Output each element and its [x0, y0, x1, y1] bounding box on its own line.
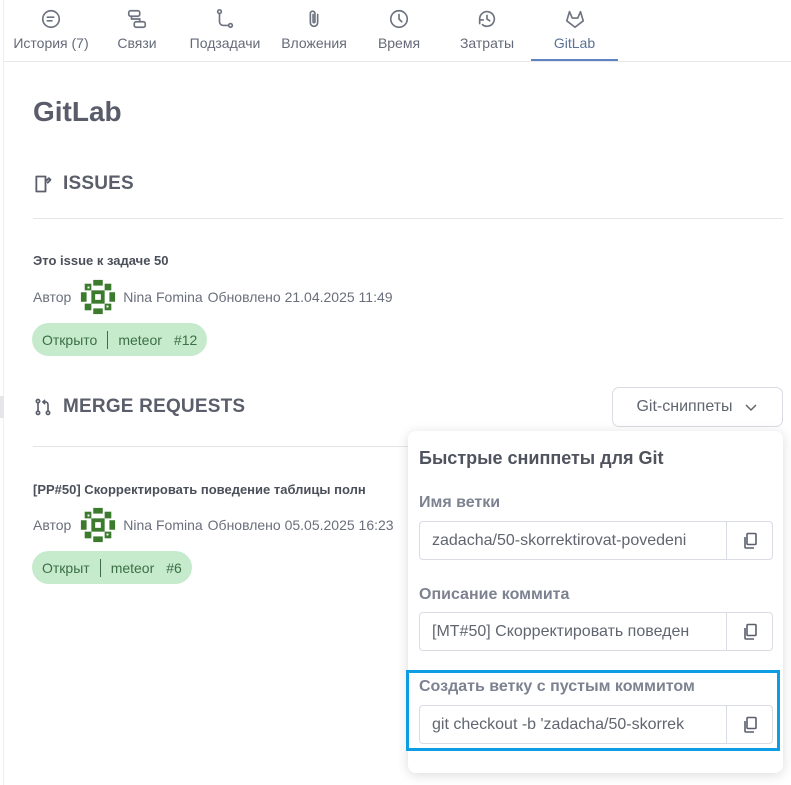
copy-icon	[743, 532, 757, 549]
updated-date: Обновлено 05.05.2025 16:23	[207, 517, 394, 533]
status-text: Открыто	[42, 331, 98, 348]
chevron-down-icon	[745, 404, 757, 412]
badge-separator	[99, 558, 101, 577]
divider	[33, 446, 408, 447]
issue-title-link[interactable]: Это issue к задаче 50	[33, 253, 169, 268]
author-label: Автор	[33, 517, 72, 533]
tab-subtasks[interactable]: Подзадачи	[187, 0, 263, 62]
branch-name-field: zadacha/50-skorrektirovat-povedeni	[419, 521, 773, 560]
tab-gitlab[interactable]: GitLab	[531, 0, 618, 62]
commit-description-label: Описание коммита	[419, 586, 570, 603]
branch-name-value[interactable]: zadacha/50-skorrektirovat-povedeni	[420, 522, 726, 559]
avatar	[79, 278, 118, 316]
button-label: Git-сниппеты	[636, 398, 733, 415]
merge-request-number: #6	[166, 559, 182, 576]
section-title: ISSUES	[63, 173, 134, 194]
issue-number: #12	[173, 331, 198, 348]
page-title: GitLab	[33, 96, 122, 127]
merge-requests-heading: MERGE REQUESTS	[33, 396, 245, 418]
tab-label: Подзадачи	[189, 35, 261, 51]
tab-label: Вложения	[281, 35, 347, 51]
merge-request-meta: Автор Nina Fomina Обновлено 05.05.2025 1…	[33, 506, 394, 544]
tab-attachments[interactable]: Вложения	[278, 0, 350, 62]
issue-icon	[35, 175, 52, 193]
resize-handle[interactable]	[0, 396, 4, 418]
author-label: Автор	[33, 289, 72, 305]
branch-name-label: Имя ветки	[419, 494, 501, 511]
tab-label: Связи	[117, 35, 157, 51]
paperclip-icon	[303, 8, 325, 30]
gitlab-panel: История (7) Связи Подзадачи Вложения Вре…	[0, 0, 791, 785]
highlight-box	[406, 670, 780, 751]
updated-date: Обновлено 21.04.2025 11:49	[207, 289, 393, 305]
tab-bar: История (7) Связи Подзадачи Вложения Вре…	[4, 0, 791, 62]
tab-label: GitLab	[553, 35, 596, 51]
project-name: meteor	[110, 559, 155, 576]
gitlab-icon	[564, 8, 586, 30]
left-border	[3, 0, 4, 785]
copy-icon	[743, 623, 757, 640]
subtasks-icon	[214, 8, 236, 30]
git-snippets-button[interactable]: Git-сниппеты	[612, 387, 783, 427]
avatar	[79, 506, 118, 544]
divider	[33, 218, 783, 219]
status-text: Открыт	[42, 559, 90, 576]
section-title: MERGE REQUESTS	[63, 396, 246, 417]
tab-costs[interactable]: Затраты	[454, 0, 520, 62]
tab-label: Время	[377, 35, 421, 51]
status-badge: Открыт meteor #6	[32, 551, 192, 584]
costs-icon	[476, 8, 498, 30]
tab-label: История (7)	[13, 35, 89, 51]
merge-request-icon	[35, 398, 51, 416]
author-name[interactable]: Nina Fomina	[123, 289, 202, 305]
tab-history[interactable]: История (7)	[8, 0, 94, 62]
tab-label: Затраты	[459, 35, 515, 51]
links-icon	[126, 8, 148, 30]
project-name: meteor	[118, 331, 162, 348]
tab-time[interactable]: Время	[374, 0, 424, 62]
issue-meta: Автор Nina Fomina Обновлено 21.04.2025 1…	[33, 278, 393, 316]
badge-separator	[107, 330, 109, 349]
merge-request-title-link[interactable]: [PP#50] Скорректировать поведение таблиц…	[33, 482, 408, 497]
author-name[interactable]: Nina Fomina	[123, 517, 202, 533]
copy-branch-name-button[interactable]	[726, 522, 772, 559]
tab-links[interactable]: Связи	[112, 0, 162, 62]
history-icon	[40, 8, 62, 30]
status-badge: Открыто meteor #12	[32, 323, 208, 356]
issues-heading: ISSUES	[33, 173, 134, 195]
active-tab-indicator	[531, 59, 618, 61]
commit-description-value[interactable]: [MT#50] Скорректировать поведен	[420, 613, 726, 650]
commit-description-field: [MT#50] Скорректировать поведен	[419, 612, 773, 651]
popover-title: Быстрые сниппеты для Git	[419, 448, 664, 468]
clock-icon	[388, 8, 410, 30]
copy-commit-description-button[interactable]	[726, 613, 772, 650]
